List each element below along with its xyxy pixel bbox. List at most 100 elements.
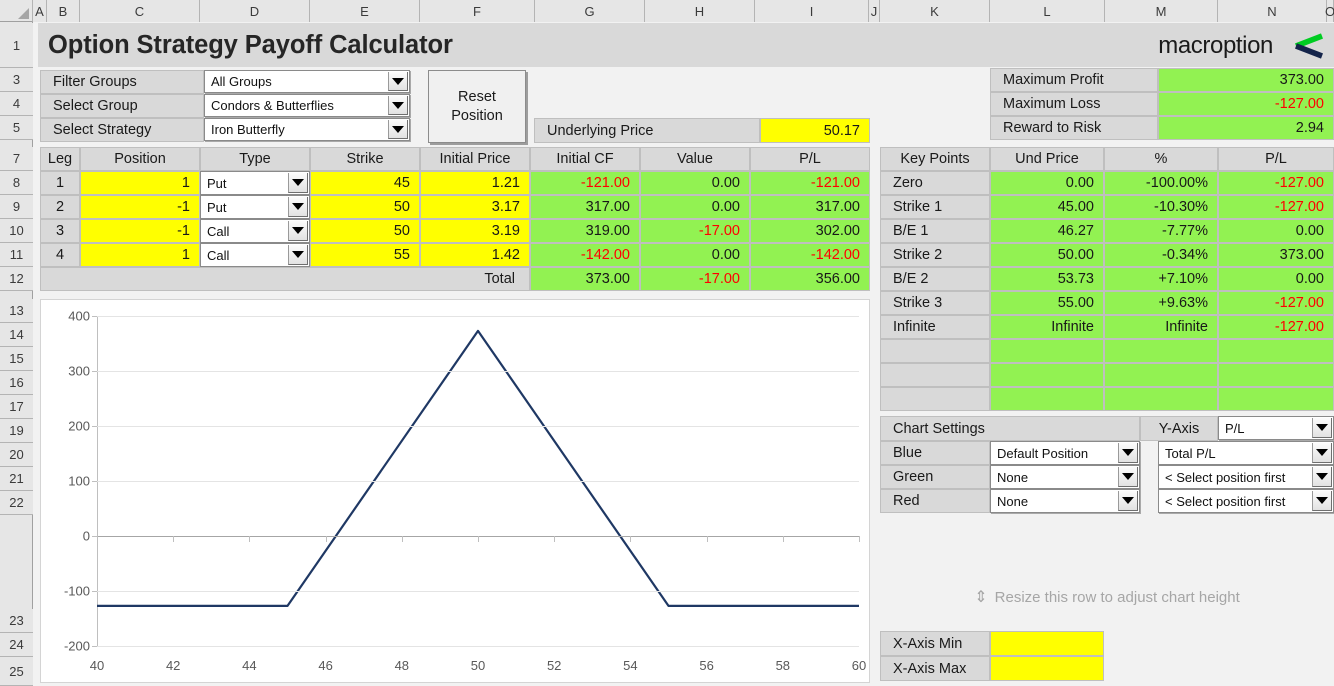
column-header-b[interactable]: B: [47, 0, 80, 22]
row-header-20[interactable]: 20: [0, 443, 33, 467]
legs-initial-price-input-3[interactable]: 1.42: [420, 243, 530, 267]
legs-type-dropdown-3[interactable]: Call: [200, 243, 310, 267]
legs-position-input-1[interactable]: -1: [80, 195, 200, 219]
column-header-g[interactable]: G: [535, 0, 645, 22]
column-header-c[interactable]: C: [80, 0, 200, 22]
reset-position-button[interactable]: Reset Position: [428, 70, 526, 143]
underlying-price-input[interactable]: 50.17: [760, 118, 870, 143]
row-header-9[interactable]: 9: [0, 195, 33, 219]
row-header-23[interactable]: 23: [0, 609, 33, 633]
chart-series-metric-dropdown-2[interactable]: < Select position first: [1158, 489, 1334, 513]
macroption-chevron-icon: [1295, 33, 1323, 59]
chevron-down-icon[interactable]: [288, 173, 308, 193]
column-header-l[interactable]: L: [990, 0, 1105, 22]
chart-y-tickmark--100: [92, 591, 97, 592]
row-header-24[interactable]: 24: [0, 633, 33, 657]
select-group-value: Condors & Butterflies: [211, 98, 334, 113]
select-all-triangle-icon: [18, 8, 29, 19]
filter-groups-dropdown[interactable]: All Groups: [204, 70, 410, 93]
legs-strike-input-0[interactable]: 45: [310, 171, 420, 195]
chevron-down-icon[interactable]: [1312, 418, 1332, 438]
legs-position-input-2[interactable]: -1: [80, 219, 200, 243]
chevron-down-icon[interactable]: [1118, 443, 1138, 463]
row-header-17[interactable]: 17: [0, 395, 33, 419]
legs-position-input-3[interactable]: 1: [80, 243, 200, 267]
chevron-down-icon[interactable]: [1118, 467, 1138, 487]
column-header-e[interactable]: E: [310, 0, 420, 22]
legs-type-value-0: Put: [207, 175, 227, 191]
chevron-down-icon[interactable]: [388, 96, 408, 115]
legs-strike-input-3[interactable]: 55: [310, 243, 420, 267]
column-header-d[interactable]: D: [200, 0, 310, 22]
column-header-f[interactable]: F: [420, 0, 535, 22]
column-header-o[interactable]: O: [1325, 0, 1334, 22]
key-points-name-2: B/E 1: [880, 219, 990, 243]
legs-strike-input-2[interactable]: 50: [310, 219, 420, 243]
legs-type-dropdown-2[interactable]: Call: [200, 219, 310, 243]
row-header-1[interactable]: 1: [0, 23, 33, 68]
chart-series-position-dropdown-2[interactable]: None: [990, 489, 1140, 513]
row-header-5[interactable]: 5: [0, 116, 33, 140]
select-all-corner[interactable]: [0, 0, 33, 22]
chevron-down-icon[interactable]: [288, 197, 308, 217]
x-axis-max-input[interactable]: [990, 656, 1104, 681]
y-axis-dropdown[interactable]: P/L: [1218, 416, 1334, 440]
row-header-15[interactable]: 15: [0, 347, 33, 371]
chart-series-color-label-1: Green: [880, 465, 990, 489]
chart-gridline-y-100: [97, 481, 859, 482]
chevron-down-icon[interactable]: [288, 245, 308, 265]
chart-x-tickmark-50: [478, 536, 479, 542]
select-strategy-dropdown[interactable]: Iron Butterfly: [204, 118, 410, 141]
select-group-dropdown[interactable]: Condors & Butterflies: [204, 94, 410, 117]
key-points-name-6: Infinite: [880, 315, 990, 339]
row-header-13[interactable]: 13: [0, 299, 33, 323]
legs-initial-price-input-1[interactable]: 3.17: [420, 195, 530, 219]
key-points-pct-1: -10.30%: [1104, 195, 1218, 219]
row-header-8[interactable]: 8: [0, 171, 33, 195]
legs-type-dropdown-1[interactable]: Put: [200, 195, 310, 219]
row-header-25[interactable]: 25: [0, 657, 33, 686]
legs-initial-price-input-2[interactable]: 3.19: [420, 219, 530, 243]
chevron-down-icon[interactable]: [1312, 491, 1332, 511]
legs-position-input-0[interactable]: 1: [80, 171, 200, 195]
legs-initial-price-input-0[interactable]: 1.21: [420, 171, 530, 195]
column-header-m[interactable]: M: [1105, 0, 1218, 22]
column-header-i[interactable]: I: [755, 0, 869, 22]
column-header-n[interactable]: N: [1218, 0, 1327, 22]
legs-type-dropdown-0[interactable]: Put: [200, 171, 310, 195]
row-header-19[interactable]: 19: [0, 419, 33, 443]
legs-row-number-2: 3: [40, 219, 80, 243]
row-header-4[interactable]: 4: [0, 92, 33, 116]
column-header-j[interactable]: J: [869, 0, 880, 22]
legs-strike-input-1[interactable]: 50: [310, 195, 420, 219]
chevron-down-icon[interactable]: [388, 72, 408, 91]
row-header-3[interactable]: 3: [0, 68, 33, 92]
chevron-down-icon[interactable]: [388, 120, 408, 139]
row-header-16[interactable]: 16: [0, 371, 33, 395]
row-header-10[interactable]: 10: [0, 219, 33, 243]
chart-x-tick-label-48: 48: [394, 658, 410, 673]
chevron-down-icon[interactable]: [1312, 467, 1332, 487]
key-points-und-price-2: 46.27: [990, 219, 1104, 243]
row-header-11[interactable]: 11: [0, 243, 33, 267]
chevron-down-icon[interactable]: [288, 221, 308, 241]
column-header-h[interactable]: H: [645, 0, 755, 22]
chart-series-metric-dropdown-1[interactable]: < Select position first: [1158, 465, 1334, 489]
chart-series-position-dropdown-0[interactable]: Default Position: [990, 441, 1140, 465]
chart-series-position-dropdown-1[interactable]: None: [990, 465, 1140, 489]
chart-gridline-y-200: [97, 426, 859, 427]
row-header-22[interactable]: 22: [0, 491, 33, 515]
x-axis-min-input[interactable]: [990, 631, 1104, 656]
chevron-down-icon[interactable]: [1118, 491, 1138, 511]
row-header-12[interactable]: 12: [0, 267, 33, 291]
chart-series-metric-dropdown-0[interactable]: Total P/L: [1158, 441, 1334, 465]
row-header-7[interactable]: 7: [0, 147, 33, 171]
row-header-21[interactable]: 21: [0, 467, 33, 491]
chart-y-tick-label-200: 200: [68, 418, 90, 434]
column-header-a[interactable]: A: [33, 0, 47, 22]
chevron-down-icon[interactable]: [1312, 443, 1332, 463]
row-header-14[interactable]: 14: [0, 323, 33, 347]
key-points-pl-2: 0.00: [1218, 219, 1334, 243]
column-header-k[interactable]: K: [880, 0, 990, 22]
chart-y-tick-label-0: 0: [82, 528, 90, 544]
